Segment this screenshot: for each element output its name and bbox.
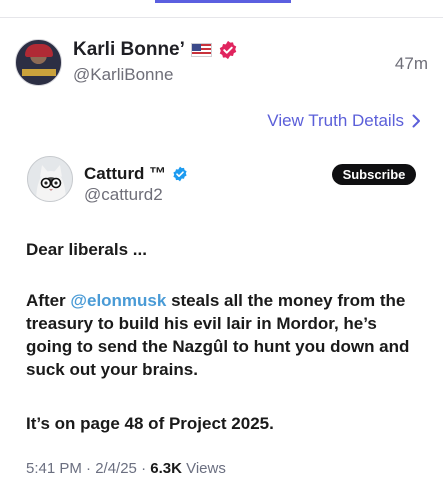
verified-blue-icon: [173, 166, 187, 182]
quoted-name-row: Catturd ™: [84, 164, 188, 184]
cat-avatar-icon: [28, 157, 72, 201]
divider: [0, 17, 443, 18]
view-truth-details-label: View Truth Details: [267, 111, 404, 130]
avatar-hat: [25, 44, 53, 57]
post-text-line1: Dear liberals ...: [26, 240, 147, 259]
quoted-handle[interactable]: @catturd2: [84, 185, 163, 205]
post-time: 47m: [394, 54, 428, 73]
post-timestamp: 5:41 PM · 2/4/25 ·: [26, 460, 151, 477]
poster-handle[interactable]: @KarliBonne: [73, 65, 173, 85]
mention-link[interactable]: @elonmusk: [70, 291, 166, 310]
post-text-paragraph: After @elonmusk steals all the money fro…: [26, 289, 426, 381]
chevron-right-icon: [412, 114, 420, 128]
avatar-band: [22, 69, 56, 76]
view-truth-details-link[interactable]: View Truth Details: [267, 111, 421, 131]
avatar[interactable]: [15, 39, 62, 86]
views-count: 6.3K: [150, 460, 182, 477]
poster-name-row: Karli Bonne’: [73, 39, 238, 61]
post-meta: 5:41 PM · 2/4/25 · 6.3K Views: [26, 460, 226, 477]
poster-header: Karli Bonne’ @KarliBonne 47m: [15, 37, 440, 93]
quoted-avatar[interactable]: [27, 156, 73, 202]
post-text-line3: It’s on page 48 of Project 2025.: [26, 414, 274, 433]
poster-name[interactable]: Karli Bonne’: [73, 39, 185, 61]
verified-red-icon: [219, 40, 237, 60]
subscribe-button[interactable]: Subscribe: [332, 164, 416, 185]
post-text-before: After: [26, 291, 71, 310]
us-flag-icon: [190, 43, 212, 57]
tab-indicator: [155, 0, 291, 3]
quoted-name[interactable]: Catturd ™: [84, 164, 166, 184]
views-label: Views: [181, 460, 226, 477]
